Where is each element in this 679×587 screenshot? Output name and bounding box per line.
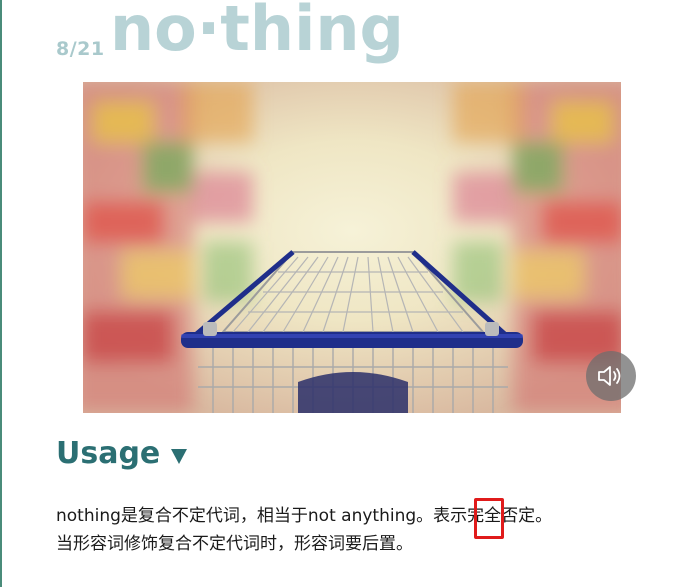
usage-body: nothing是复合不定代词，相当于not anything。表示完全否定。 当… <box>56 502 656 558</box>
usage-heading: Usage <box>56 436 161 471</box>
caret-down-icon <box>171 448 188 464</box>
highlight-annotation-box <box>474 498 504 539</box>
page: 8/21 no·thing Usage nothing是复合不定代词，相当于no… <box>0 0 679 587</box>
usage-toggle[interactable]: Usage <box>56 436 188 471</box>
usage-line-1: nothing是复合不定代词，相当于not anything。表示完全否定。 <box>56 502 656 530</box>
usage-line-1-part-a: nothing是复合不定代词，相当于not anything <box>56 506 417 526</box>
play-audio-button[interactable] <box>586 351 636 401</box>
word-header: 8/21 no·thing <box>56 0 656 80</box>
shopping-cart-image <box>83 82 621 413</box>
usage-line-2: 当形容词修饰复合不定代词时，形容词要后置。 <box>56 534 413 554</box>
speaker-icon <box>598 366 621 386</box>
usage-line-1-period: 。 <box>416 506 434 526</box>
word-title: no·thing <box>110 0 404 65</box>
card-counter: 8/21 <box>56 38 105 60</box>
